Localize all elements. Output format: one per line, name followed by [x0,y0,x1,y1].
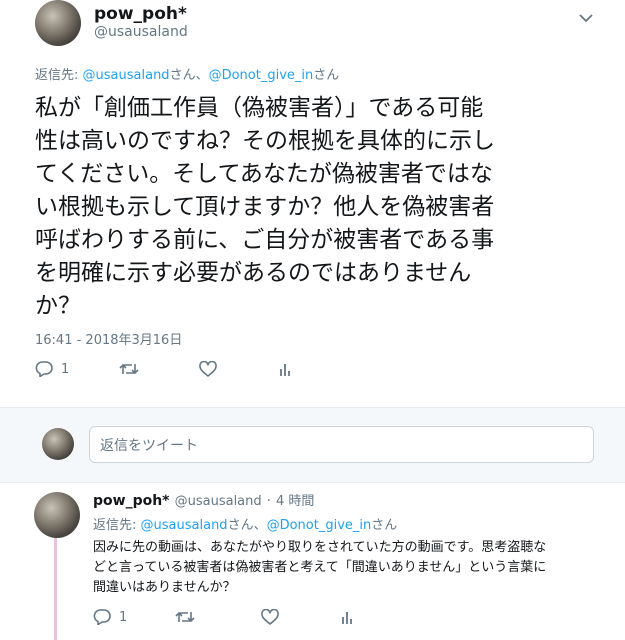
tweet-timestamp[interactable]: 16:41 - 2018年3月16日 [35,329,182,348]
reply-mention-usausaland[interactable]: @usausaland [141,518,228,533]
composer-avatar [42,428,74,460]
tweet-text: 私が「創価工作員（偽被害者）」である可能 性は高いのですね？その根拠を具体的に示… [35,92,615,323]
analytics-button[interactable] [341,609,381,625]
reply-count: 1 [119,609,128,625]
reply-handle[interactable]: @usausaland [175,494,262,509]
display-name[interactable]: pow_poh* [94,4,187,24]
reply-tweet-actions: 1 [93,609,381,625]
tweet-text-line: を明確に示す必要があるのではありません [35,260,472,286]
reply-san-1: さん、 [169,68,209,83]
reply-input-placeholder: 返信をツイート [100,437,198,454]
reply-tweet-text: 因みに先の動画は、あなたがやり取りをされていた方の動画です。思考盗聴な どと言っ… [93,538,618,598]
like-icon [199,361,217,377]
reply-to-line: 返信先: @usausalandさん、@Donot_give_inさん [35,64,339,83]
reply-icon [93,609,111,625]
tweet-text-line: てください。そしてあなたが偽被害者ではな [35,161,493,187]
analytics-icon [341,609,355,625]
reply-san-2: さん [371,518,398,533]
reply-mention-usausaland[interactable]: @usausaland [83,68,170,83]
reply-mention-donot-give-in[interactable]: @Donot_give_in [267,518,372,533]
chevron-down-icon[interactable] [579,12,593,27]
reply-text-line: 間違いはありませんか？ [93,580,236,595]
tweet-text-line: 性は高いのですね？その根拠を具体的に示し [35,128,495,154]
like-icon [261,609,279,625]
avatar[interactable] [35,0,81,46]
reply-prefix: 返信先: [35,68,79,83]
retweet-icon [175,609,195,625]
retweet-icon [119,361,139,377]
tweet-text-line: か？ [35,293,81,319]
reply-san-2: さん [313,68,340,83]
tweet-text-line: い根拠も示して頂けますか？他人を偽被害者 [35,194,495,220]
retweet-button[interactable] [119,361,199,377]
reply-age[interactable]: 4 時間 [276,494,314,509]
reply-text-line: どと言っている被害者は偽被害者と考えて「間違いありません」という言葉に [93,560,547,575]
user-handle[interactable]: @usausaland [94,24,188,40]
reply-avatar[interactable] [34,492,80,538]
reply-count: 1 [61,361,70,377]
reply-prefix: 返信先: [93,518,137,533]
reply-icon [35,361,53,377]
reply-to-line: 返信先: @usausalandさん、@Donot_give_inさん [93,514,397,533]
reply-text-line: 因みに先の動画は、あなたがやり取りをされていた方の動画です。思考盗聴な [93,540,547,555]
reply-button[interactable]: 1 [35,361,119,377]
reply-mention-donot-give-in[interactable]: @Donot_give_in [209,68,314,83]
retweet-button[interactable] [175,609,261,625]
like-button[interactable] [261,609,341,625]
reply-display-name[interactable]: pow_poh* [93,493,170,509]
reply-san-1: さん、 [227,518,267,533]
like-button[interactable] [199,361,279,377]
tweet-text-line: 呼ばわりする前に、ご自分が被害者である事 [35,227,495,253]
analytics-icon [279,361,293,377]
reply-header: pow_poh* @usausaland · 4 時間 [93,490,314,509]
tweet-actions: 1 [35,361,319,377]
tweet-text-line: 私が「創価工作員（偽被害者）」である可能 [35,95,484,121]
analytics-button[interactable] [279,361,319,377]
thread-line [54,536,57,640]
reply-separator: · [266,494,271,509]
reply-input[interactable]: 返信をツイート [89,426,594,463]
divider [0,482,625,483]
reply-button[interactable]: 1 [93,609,175,625]
